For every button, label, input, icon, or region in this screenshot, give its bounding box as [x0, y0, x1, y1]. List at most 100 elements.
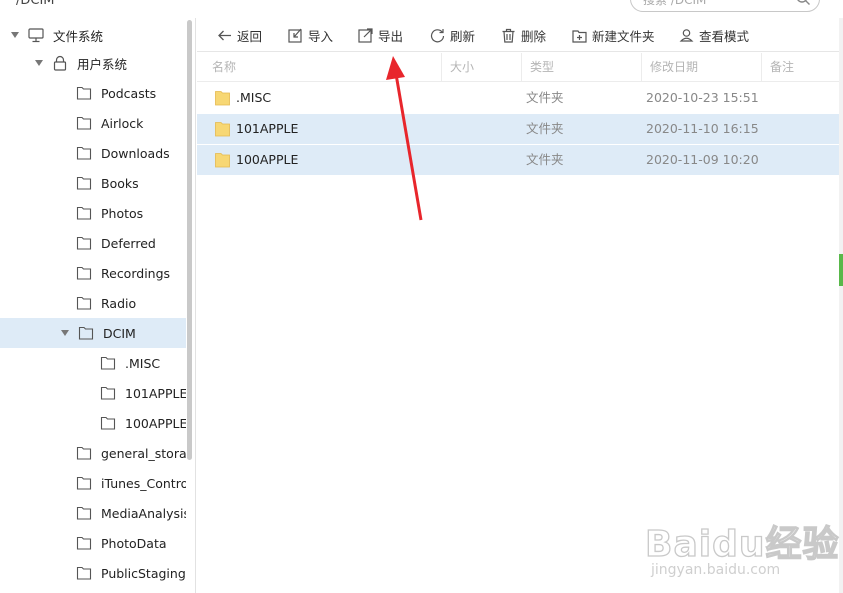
folder-icon [215, 91, 230, 106]
expand-arrow-icon[interactable] [60, 328, 70, 338]
sidebar-item[interactable]: PhotoData [0, 528, 186, 558]
file-type: 文件夹 [526, 121, 564, 136]
sidebar-item[interactable]: 100APPLE [0, 408, 186, 438]
sidebar-item-label: 100APPLE [125, 415, 186, 431]
export-label: 导出 [378, 28, 404, 44]
sidebar-item[interactable]: DCIM [0, 318, 186, 348]
folder-outline-icon [100, 416, 116, 430]
watermark: Baidu经验 jingyan.baidu.com [644, 510, 840, 590]
column-header-modified[interactable]: 修改日期 [642, 53, 762, 82]
search-icon[interactable] [795, 0, 811, 6]
folder-outline-icon [76, 116, 92, 130]
sidebar-item[interactable]: PublicStaging [0, 558, 186, 588]
folder-outline-icon [76, 86, 92, 100]
folder-outline-icon [76, 236, 92, 250]
file-row[interactable]: 101APPLE 文件夹 2020-11-10 16:15 [197, 114, 839, 144]
sidebar-item-label: 101APPLE [125, 385, 186, 401]
folder-icon [215, 122, 230, 137]
sidebar-item[interactable]: Radio [0, 288, 186, 318]
column-header-name[interactable]: 名称 [204, 53, 442, 82]
sidebar-item-label: MediaAnalysis [101, 505, 186, 521]
folder-outline-icon [76, 476, 92, 490]
sidebar-item[interactable]: Deferred [0, 228, 186, 258]
new-folder-label: 新建文件夹 [592, 28, 655, 44]
new-folder-button[interactable]: 新建文件夹 [572, 25, 655, 45]
sidebar-item[interactable]: Photos [0, 198, 186, 228]
sidebar-item-label: Recordings [101, 265, 171, 281]
export-icon [358, 27, 373, 43]
watermark-logo: Baidu经验 [644, 523, 840, 565]
folder-outline-icon [76, 506, 92, 520]
sidebar-item[interactable]: iTunes_Control [0, 468, 186, 498]
sidebar-item[interactable]: Recordings [0, 258, 186, 288]
folder-outline-icon [76, 296, 92, 310]
export-button[interactable]: 导出 [358, 25, 403, 45]
monitor-icon [28, 28, 44, 43]
expand-arrow-icon[interactable] [34, 58, 44, 68]
sidebar-item[interactable]: MediaAnalysis [0, 498, 186, 528]
column-header-type[interactable]: 类型 [522, 53, 642, 82]
sidebar-item[interactable]: Airlock [0, 108, 186, 138]
back-label: 返回 [237, 28, 263, 44]
file-list-header: 名称 大小 类型 修改日期 备注 [197, 53, 839, 82]
import-icon [288, 28, 302, 43]
folder-outline-icon [78, 326, 94, 340]
refresh-icon [430, 28, 445, 42]
sidebar-item[interactable]: general_storage [0, 438, 186, 468]
sidebar-item[interactable]: Downloads [0, 138, 186, 168]
folder-outline-icon [76, 446, 92, 460]
sidebar-scrollbar[interactable] [187, 20, 192, 460]
view-mode-button[interactable]: 查看模式 [679, 25, 749, 45]
arrow-left-icon [218, 30, 231, 40]
search-placeholder: 搜索 /DCIM [643, 0, 707, 7]
file-modified: 2020-11-09 10:20 [646, 152, 759, 167]
sidebar-item-label: general_storage [101, 445, 186, 461]
file-name: 101APPLE [236, 121, 299, 136]
folder-outline-icon [76, 266, 92, 280]
sidebar-item-label: Books [101, 175, 139, 191]
sidebar-item-label: Airlock [101, 115, 144, 131]
column-header-size[interactable]: 大小 [442, 53, 522, 82]
delete-label: 删除 [521, 28, 547, 44]
tree-label: 用户系统 [77, 56, 128, 72]
file-type: 文件夹 [526, 90, 564, 105]
sidebar-item[interactable]: Books [0, 168, 186, 198]
folder-outline-icon [76, 566, 92, 580]
file-name: 100APPLE [236, 152, 299, 167]
watermark-url: jingyan.baidu.com [651, 562, 781, 578]
file-row[interactable]: 100APPLE 文件夹 2020-11-09 10:20 [197, 145, 839, 175]
sidebar-item-label: PhotoData [101, 535, 167, 551]
view-mode-label: 查看模式 [699, 28, 750, 44]
file-modified: 2020-11-10 16:15 [646, 121, 759, 136]
sidebar-item[interactable]: .MISC [0, 348, 186, 378]
sidebar-item-label: DCIM [103, 325, 136, 341]
sidebar-item-label: iTunes_Control [101, 475, 186, 491]
tree-root-filesystem[interactable]: 文件系统 [0, 20, 186, 50]
tree-user-system[interactable]: 用户系统 [0, 48, 186, 78]
file-name: .MISC [236, 90, 272, 105]
folder-outline-icon [100, 356, 116, 370]
column-header-note[interactable]: 备注 [762, 53, 839, 82]
import-button[interactable]: 导入 [288, 25, 333, 45]
refresh-button[interactable]: 刷新 [430, 25, 475, 45]
refresh-label: 刷新 [450, 28, 476, 44]
lock-icon [53, 55, 67, 71]
sidebar-item-label: Podcasts [101, 85, 157, 101]
view-mode-icon [679, 28, 694, 42]
tree-label: 文件系统 [53, 28, 104, 44]
folder-outline-icon [76, 206, 92, 220]
sidebar-item[interactable]: Podcasts [0, 78, 186, 108]
delete-button[interactable]: 删除 [501, 25, 546, 45]
toolbar: 返回 导入 导出 刷新 删除 新建文件夹 查看模式 [197, 18, 839, 52]
folder-outline-icon [76, 536, 92, 550]
sidebar-item-label: Deferred [101, 235, 156, 251]
file-modified: 2020-10-23 15:51 [646, 90, 759, 105]
sidebar-item[interactable]: 101APPLE [0, 378, 186, 408]
search-input[interactable]: 搜索 /DCIM [630, 0, 820, 12]
file-row[interactable]: .MISC 文件夹 2020-10-23 15:51 [197, 83, 839, 113]
import-label: 导入 [308, 28, 334, 44]
back-button[interactable]: 返回 [217, 25, 262, 45]
expand-arrow-icon[interactable] [10, 30, 20, 40]
folder-outline-icon [76, 146, 92, 160]
new-folder-icon [572, 29, 587, 43]
